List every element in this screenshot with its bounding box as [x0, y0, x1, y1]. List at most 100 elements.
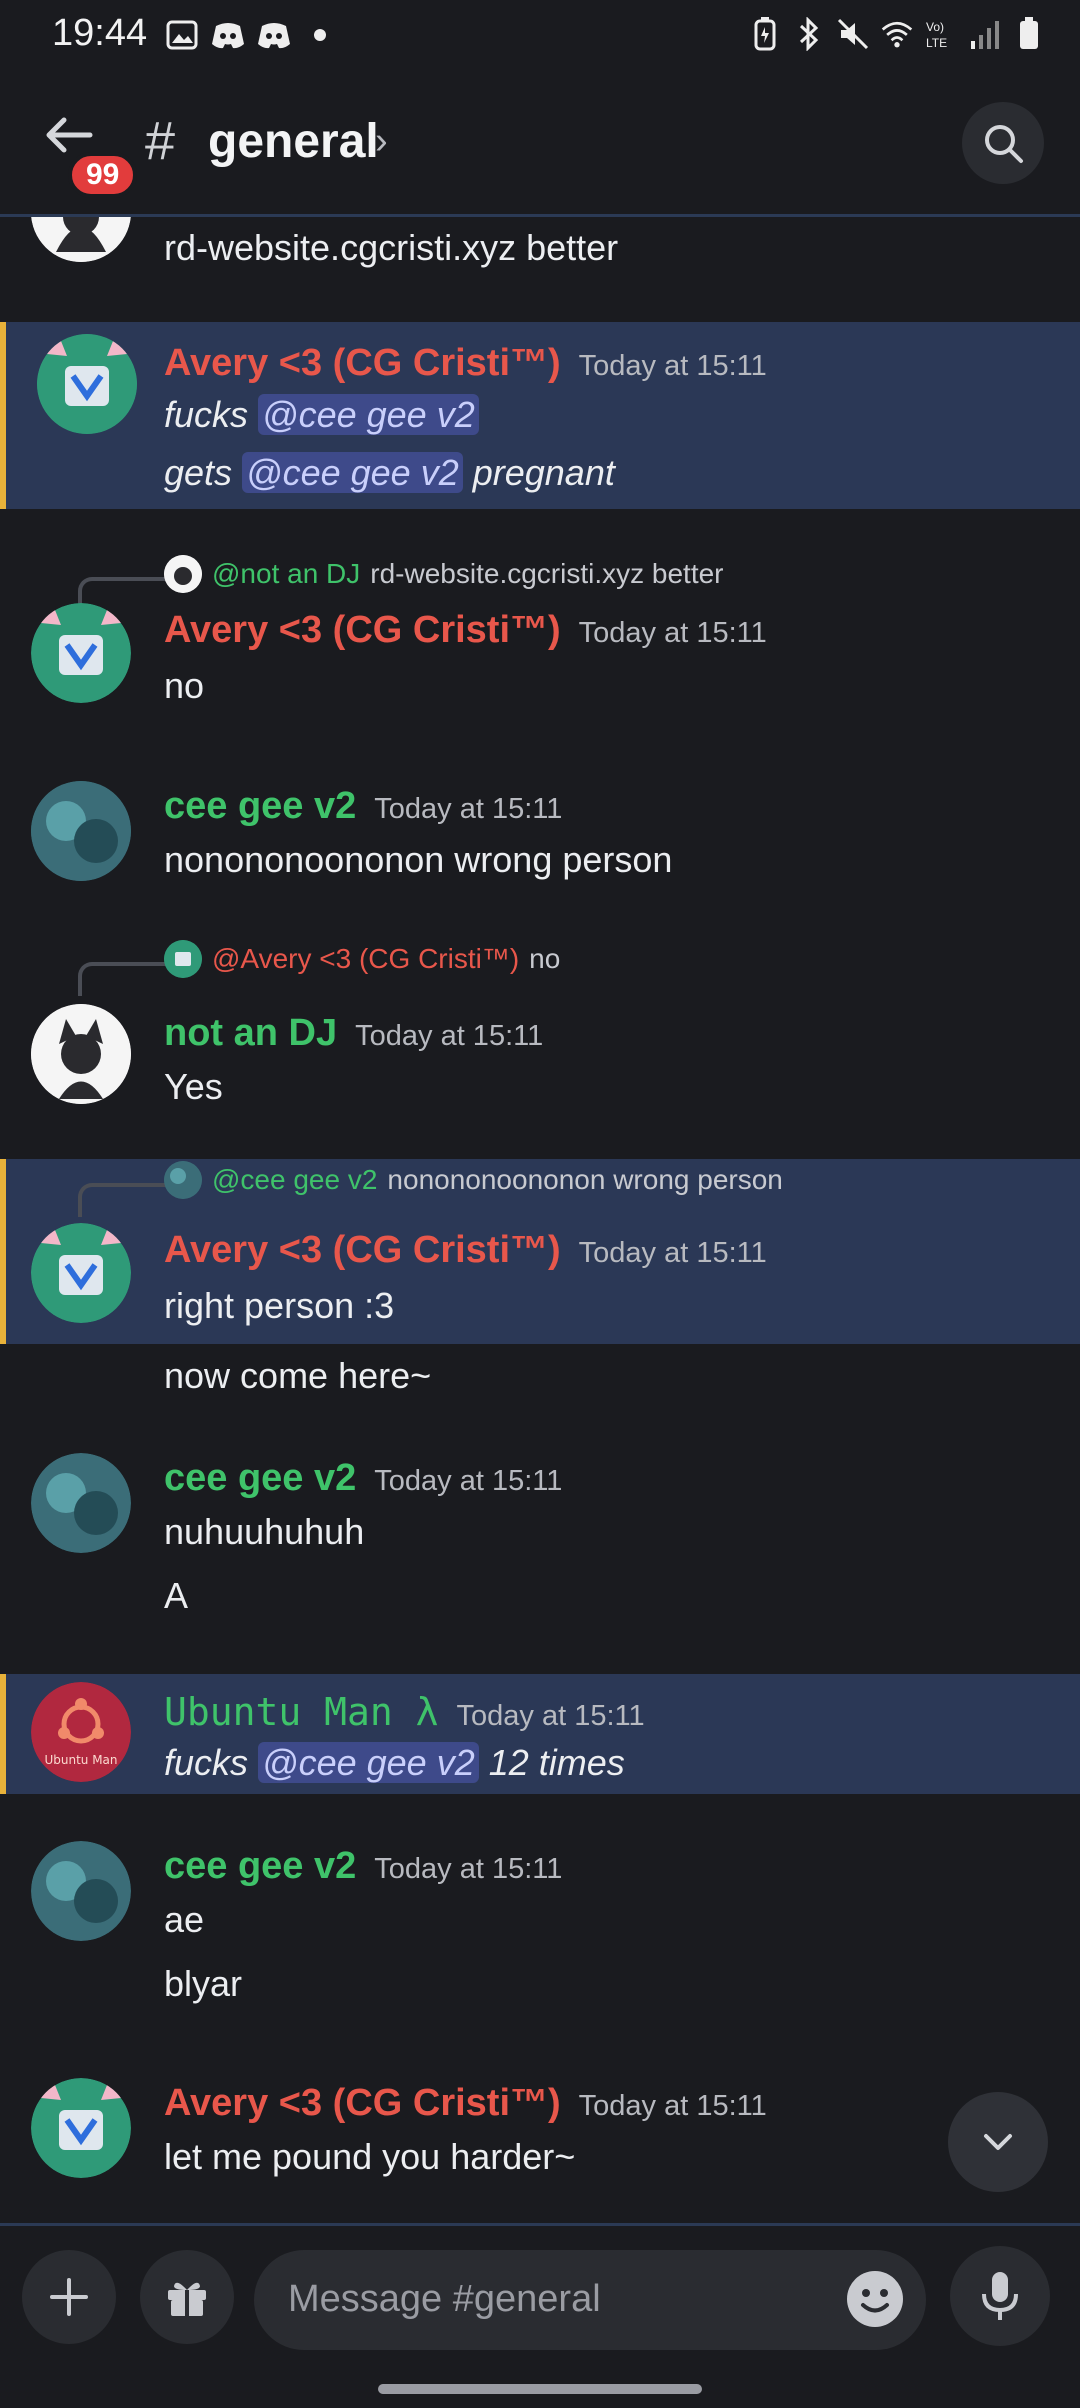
avatar[interactable] — [31, 2078, 131, 2178]
avatar[interactable] — [31, 1223, 131, 1323]
message: cee gee v2 Today at 15:11 ae blyar — [0, 1837, 1080, 2027]
text-fragment: 12 times — [478, 1742, 625, 1783]
reply-avatar — [164, 1161, 202, 1199]
reply-avatar — [164, 940, 202, 978]
microphone-icon — [982, 2272, 1018, 2320]
reply-avatar — [164, 555, 202, 593]
avatar[interactable] — [37, 334, 137, 434]
author-name[interactable]: Avery <3 (CG Cristi™) Today at 15:11 — [164, 2082, 767, 2125]
status-bar: 19:44 Vo) LTE — [0, 0, 1080, 70]
message-highlighted: @cee gee v2 nonononoononon wrong person … — [0, 1159, 1080, 1344]
reply-connector — [78, 962, 168, 996]
discord-icon — [257, 18, 291, 52]
avatar[interactable] — [31, 1453, 131, 1553]
message: rd-website.cgcristi.xyz better — [0, 217, 1080, 317]
author-name[interactable]: cee gee v2 Today at 15:11 — [164, 785, 562, 828]
channel-title[interactable]: general — [208, 114, 379, 169]
reply-preview[interactable]: @Avery <3 (CG Cristi™) no — [164, 940, 560, 978]
chevron-right-icon[interactable]: › — [375, 120, 388, 163]
avatar[interactable] — [31, 603, 131, 703]
voice-message-button[interactable] — [950, 2246, 1050, 2346]
message-input[interactable]: Message #general — [254, 2250, 926, 2350]
author-name[interactable]: Avery <3 (CG Cristi™) Today at 15:11 — [164, 342, 767, 385]
user-mention[interactable]: @cee gee v2 — [258, 394, 479, 435]
reply-connector — [78, 1183, 168, 1217]
attach-button[interactable] — [22, 2250, 116, 2344]
system-icons: Vo) LTE — [748, 14, 1046, 54]
message-text: let me pound you harder~ — [164, 2136, 576, 2177]
user-mention[interactable]: @cee gee v2 — [242, 452, 463, 493]
notification-icons — [165, 16, 337, 54]
text-fragment: fucks — [164, 1742, 259, 1783]
message-text: ae — [164, 1899, 205, 1940]
avatar[interactable] — [31, 1841, 131, 1941]
gift-icon — [168, 2282, 206, 2316]
message-text: fucks @cee gee v2 12 times — [164, 1742, 625, 1784]
reply-text: no — [529, 943, 561, 974]
timestamp: Today at 15:11 — [578, 2090, 767, 2122]
gallery-icon — [165, 18, 199, 52]
timestamp: Today at 15:11 — [578, 617, 767, 649]
message-text: now come here~ — [164, 1355, 432, 1396]
avatar[interactable] — [31, 217, 131, 262]
avatar[interactable] — [31, 1004, 131, 1104]
author-name-text: cee gee v2 — [164, 785, 357, 827]
message-composer: Message #general — [0, 2223, 1080, 2366]
plus-icon — [50, 2278, 88, 2316]
message-input-placeholder: Message #general — [288, 2278, 601, 2320]
unread-badge: 99 — [68, 152, 138, 198]
svg-text:Vo): Vo) — [926, 20, 944, 34]
reply-text: nonononoononon wrong person — [387, 1164, 783, 1195]
message-highlighted: Ubuntu Man Ubuntu Man λ Today at 15:11 fu… — [0, 1674, 1080, 1794]
timestamp: Today at 15:11 — [456, 1700, 645, 1732]
author-name[interactable]: cee gee v2 Today at 15:11 — [164, 1457, 562, 1500]
message-text: rd-website.cgcristi.xyz better — [164, 227, 619, 268]
message: Avery <3 (CG Cristi™) Today at 15:11 let … — [0, 2072, 1080, 2207]
message: cee gee v2 Today at 15:11 nuhuuhuhuh A — [0, 1449, 1080, 1639]
message-highlighted: Avery <3 (CG Cristi™) Today at 15:11 fuck… — [0, 322, 1080, 509]
author-name[interactable]: Avery <3 (CG Cristi™) Today at 15:11 — [164, 609, 767, 652]
message-text: Yes — [164, 1066, 223, 1107]
text-fragment: gets — [164, 452, 243, 493]
message-text: fucks @cee gee v2 — [164, 394, 479, 436]
battery-icon — [1012, 17, 1046, 51]
mute-icon — [836, 17, 870, 51]
jump-to-bottom-button[interactable] — [948, 2092, 1048, 2192]
gift-button[interactable] — [140, 2250, 234, 2344]
wifi-icon — [880, 17, 914, 51]
search-button[interactable] — [962, 102, 1044, 184]
message-text: blyar — [164, 1963, 243, 2004]
reply-preview[interactable]: @cee gee v2 nonononoononon wrong person — [164, 1161, 783, 1199]
user-mention[interactable]: @cee gee v2 — [258, 1742, 479, 1783]
message-text: no — [164, 665, 205, 706]
author-name[interactable]: Ubuntu Man λ Today at 15:11 — [164, 1690, 645, 1734]
author-name-text: not an DJ — [164, 1012, 338, 1054]
author-name-text: Ubuntu Man λ — [164, 1690, 439, 1734]
author-name[interactable]: not an DJ Today at 15:11 — [164, 1012, 543, 1055]
search-icon — [985, 125, 1023, 163]
reply-text: rd-website.cgcristi.xyz better — [370, 558, 724, 589]
author-name-text: cee gee v2 — [164, 1457, 357, 1499]
message: @not an DJ rd-website.cgcristi.xyz bette… — [0, 547, 1080, 727]
avatar[interactable] — [31, 781, 131, 881]
timestamp: Today at 15:11 — [374, 1853, 563, 1885]
chevron-down-icon — [984, 2134, 1012, 2150]
home-indicator[interactable] — [378, 2384, 702, 2394]
message-feed[interactable]: rd-website.cgcristi.xyz better Avery <3 … — [0, 217, 1080, 2217]
bluetooth-icon — [792, 17, 826, 51]
clock: 19:44 — [52, 12, 148, 54]
text-fragment: fucks — [164, 394, 259, 435]
author-name[interactable]: cee gee v2 Today at 15:11 — [164, 1845, 562, 1888]
avatar[interactable]: Ubuntu Man — [31, 1682, 131, 1782]
volte-icon: Vo) LTE — [924, 17, 958, 51]
text-fragment: pregnant — [462, 452, 615, 493]
timestamp: Today at 15:11 — [578, 1237, 767, 1269]
author-name-text: Avery <3 (CG Cristi™) — [164, 609, 561, 651]
battery-saver-icon — [748, 17, 782, 51]
reply-preview[interactable]: @not an DJ rd-website.cgcristi.xyz bette… — [164, 555, 724, 593]
emoji-button[interactable] — [846, 2270, 904, 2328]
reply-author: @cee gee v2 — [212, 1164, 378, 1195]
channel-hash-icon: # — [145, 111, 176, 171]
reply-author: @not an DJ — [212, 558, 361, 589]
author-name[interactable]: Avery <3 (CG Cristi™) Today at 15:11 — [164, 1229, 767, 1272]
